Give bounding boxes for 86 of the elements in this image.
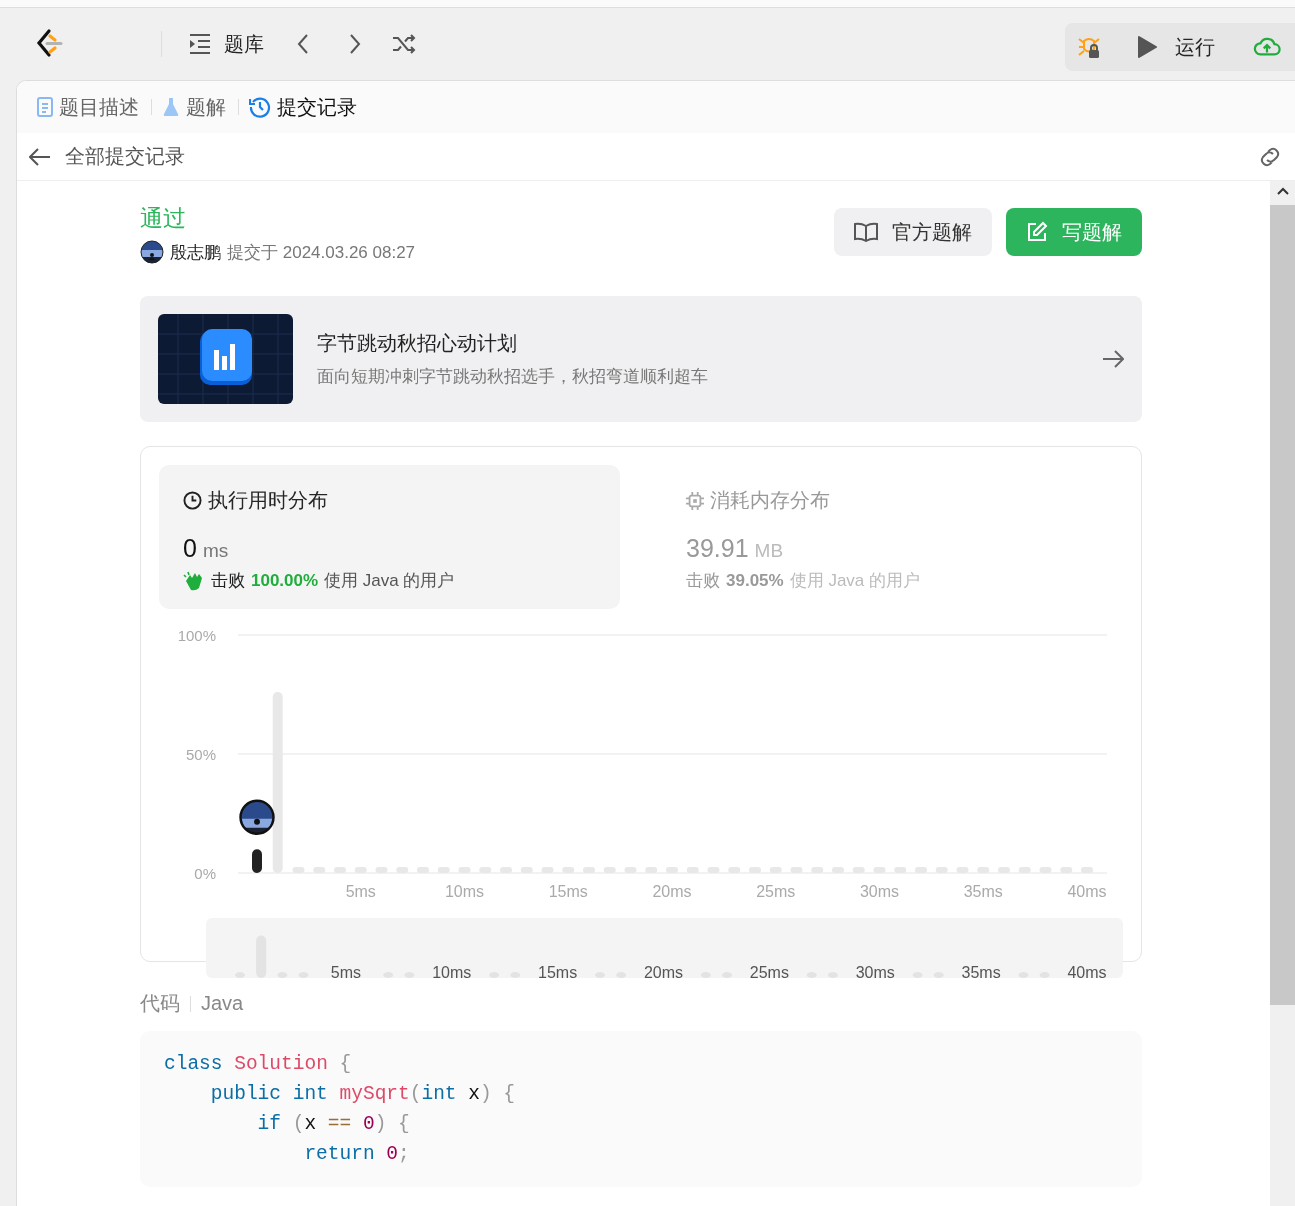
clock-icon [183, 491, 202, 510]
beats-percent: 39.05% [726, 570, 784, 591]
overview-bar [1018, 972, 1029, 978]
axis-label: 40ms [1067, 964, 1107, 981]
overview-bar [298, 972, 309, 978]
axis-label: 30ms [859, 883, 900, 900]
problem-list-button[interactable]: 题库 [188, 30, 264, 58]
overview-bar [616, 972, 627, 978]
stat-title: 消耗内存分布 [710, 488, 830, 513]
user-name[interactable]: 殷志鹏 [170, 240, 221, 264]
submit-time: 提交于 2024.03.26 08:27 [227, 241, 416, 264]
axis-label: 25ms [749, 964, 789, 981]
bug-lock-icon [1077, 35, 1101, 59]
axis-label: 5ms [345, 883, 376, 900]
axis-label: 5ms [330, 964, 361, 981]
axis-label: 40ms [1067, 883, 1107, 900]
stat-unit: MB [754, 540, 784, 562]
shuffle-icon[interactable] [392, 32, 416, 56]
list-icon [188, 33, 212, 55]
flask-icon [162, 97, 180, 117]
promo-subtitle: 面向短期冲刺字节跳动秋招选手，秋招弯道顺利超车 [317, 366, 709, 388]
overview-bar [256, 935, 267, 978]
axis-label: 20ms [652, 883, 692, 900]
code-label: 代码 [140, 991, 180, 1016]
arrow-right-icon [1102, 350, 1124, 368]
overview-bar [404, 972, 415, 978]
overview-bar [1039, 972, 1050, 978]
stat-tab[interactable]: 执行用时分布 0 ms 击败 100.00% 使用 Java 的用户 [159, 465, 620, 609]
axis-label: 35ms [963, 883, 1003, 900]
avatar-marker [239, 799, 275, 835]
beats-label: 击败 [211, 570, 245, 592]
history-icon [249, 96, 271, 118]
stat-value: 39.91 [686, 534, 749, 563]
tab[interactable]: 题解 [162, 93, 226, 121]
axis-label: 15ms [548, 883, 588, 900]
axis-label: 0% [194, 865, 216, 882]
code-line: class Solution { [164, 1052, 353, 1077]
code-line: return 0; [303, 1142, 411, 1167]
official-solution-button[interactable]: 官方题解 [834, 208, 992, 256]
code-line: public int mySqrt(int x) { [209, 1082, 517, 1107]
code-line: if (x == 0) { [256, 1112, 411, 1137]
overview-bar [912, 972, 923, 978]
beats-percent: 100.00% [251, 570, 319, 591]
user-avatar [140, 240, 164, 264]
overview-bar [235, 972, 245, 978]
tab[interactable]: 题目描述 [37, 93, 139, 121]
overview-bar [277, 972, 288, 978]
beats-suffix: 使用 Java 的用户 [789, 570, 921, 592]
overview-bar [827, 972, 838, 978]
document-icon [37, 97, 53, 117]
stat-title: 执行用时分布 [208, 488, 328, 513]
axis-label: 50% [185, 746, 216, 763]
axis-label: 10ms [432, 964, 472, 981]
axis-label: 30ms [855, 964, 895, 981]
scrollbar-thumb[interactable] [1270, 205, 1295, 1005]
back-link[interactable]: 全部提交记录 [29, 143, 185, 170]
promo-title: 字节跳动秋招心动计划 [317, 331, 518, 356]
back-arrow-icon [29, 147, 51, 166]
beats-suffix: 使用 Java 的用户 [324, 570, 455, 592]
overview-bar [383, 972, 394, 978]
language-label: Java [201, 992, 244, 1015]
edit-icon [1026, 221, 1048, 243]
stat-unit: ms [202, 540, 229, 562]
axis-label: 25ms [756, 883, 796, 900]
chip-icon [686, 491, 704, 510]
axis-label: 35ms [961, 964, 1001, 981]
book-icon [854, 222, 878, 242]
play-icon [1137, 36, 1157, 58]
overview-bar [510, 972, 521, 978]
stat-value: 0 [183, 534, 197, 563]
axis-label: 20ms [643, 964, 684, 981]
clap-icon [183, 570, 205, 591]
overview-bar [806, 972, 817, 978]
beats-label: 击败 [686, 570, 720, 592]
tab[interactable]: 提交记录 [249, 93, 357, 121]
overview-bar [489, 972, 500, 978]
promo-banner[interactable]: 字节跳动秋招心动计划 面向短期冲刺字节跳动秋招选手，秋招弯道顺利超车 [140, 296, 1142, 422]
overview-bar [595, 972, 605, 978]
status-text: 通过 [140, 204, 187, 233]
overview-bar [933, 972, 944, 978]
axis-label: 15ms [538, 964, 578, 981]
overview-bar [722, 972, 733, 978]
axis-label: 10ms [444, 883, 485, 900]
axis-label: 100% [177, 627, 216, 644]
cloud-upload-icon [1253, 35, 1281, 59]
overview-bar [700, 972, 711, 978]
